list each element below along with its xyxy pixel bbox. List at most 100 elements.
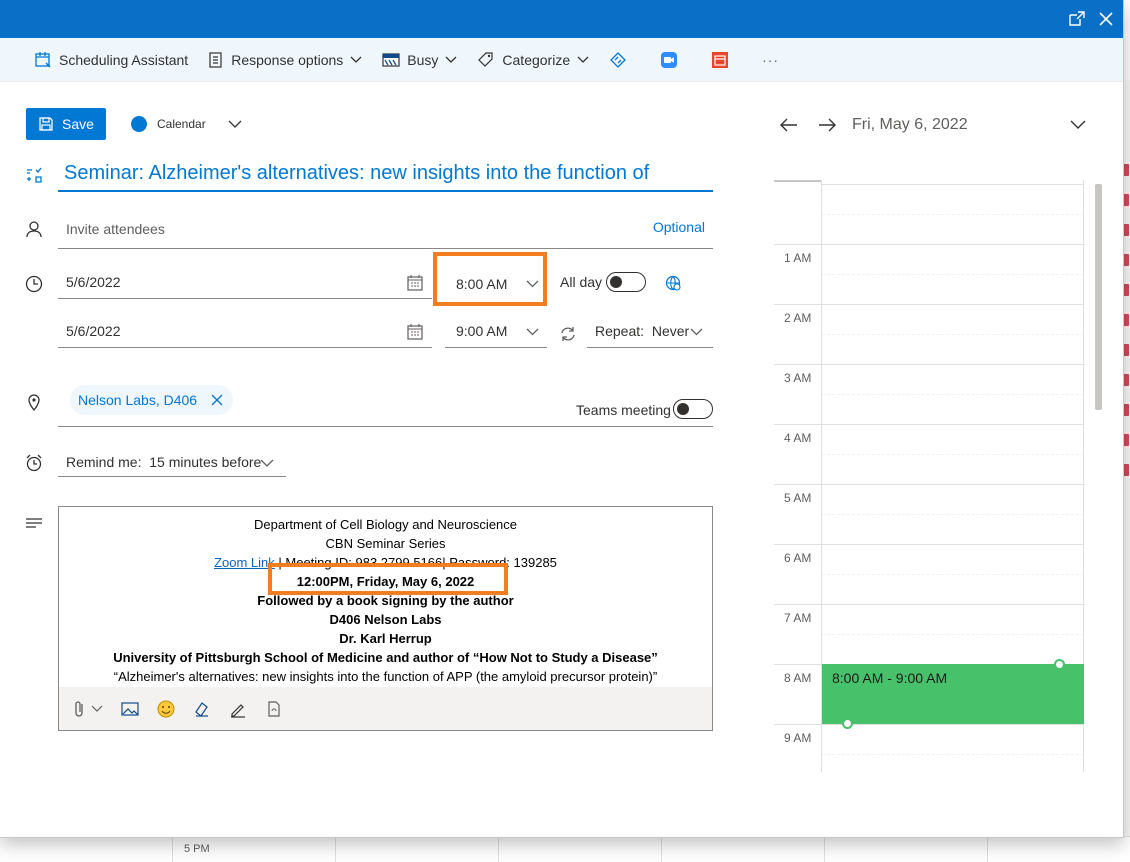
end-time-value: 9:00 AM (456, 323, 508, 339)
day-view-scrollbar[interactable] (1095, 184, 1102, 410)
end-date-input[interactable]: 5/6/2022 (58, 317, 432, 348)
paperclip-icon (75, 700, 83, 717)
hour-label: 7 AM (784, 611, 812, 625)
scheduling-assistant-button[interactable]: Scheduling Assistant (34, 51, 188, 69)
link-addin-button[interactable] (609, 51, 634, 69)
pen-signature-icon (231, 703, 245, 718)
emoji-icon (157, 700, 175, 717)
chevron-down-icon (577, 56, 589, 63)
command-toolbar: Scheduling Assistant Response options Bu… (0, 38, 1123, 82)
calendar-icon[interactable] (406, 323, 424, 341)
start-time-highlight (433, 252, 547, 306)
save-icon (39, 117, 53, 131)
hour-label: 1 AM (784, 251, 812, 265)
event-body-content: Department of Cell Biology and Neuroscie… (59, 515, 712, 686)
categorize-label: Categorize (502, 51, 571, 68)
calendar-picker-label: Calendar (157, 117, 206, 131)
event-block[interactable]: 8:00 AM - 9:00 AM (822, 664, 1084, 724)
response-options-button[interactable]: Response options (208, 51, 362, 69)
scheduling-assistant-label: Scheduling Assistant (59, 51, 189, 68)
start-date-value: 5/6/2022 (66, 274, 121, 290)
busy-status-label: Busy (407, 51, 439, 68)
insert-picture-button[interactable] (121, 701, 139, 717)
repeat-select[interactable]: Repeat: Never (587, 317, 713, 348)
tag-icon (478, 51, 494, 67)
clock-icon (24, 274, 44, 294)
body-department-line: Department of Cell Biology and Neuroscie… (253, 517, 518, 532)
busy-status-button[interactable]: Busy (382, 52, 457, 68)
response-options-label: Response options (231, 51, 344, 68)
event-resize-handle-bottom[interactable] (842, 718, 853, 729)
all-day-toggle[interactable] (606, 272, 646, 292)
invite-attendees-input[interactable]: Invite attendees Optional (58, 216, 713, 249)
alarm-clock-icon (24, 453, 44, 473)
chevron-down-icon (228, 120, 242, 128)
event-title-input[interactable]: Seminar: Alzheimer's alternatives: new i… (58, 160, 713, 192)
start-date-input[interactable]: 5/6/2022 (58, 268, 432, 299)
event-title-text: Seminar: Alzheimer's alternatives: new i… (64, 162, 650, 184)
all-day-label: All day (560, 274, 603, 290)
next-day-arrow-icon[interactable] (818, 118, 836, 132)
hour-label: 4 AM (784, 431, 812, 445)
hour-label: 9 AM (784, 731, 812, 745)
response-options-icon (209, 51, 222, 68)
event-resize-handle-top[interactable] (1054, 659, 1065, 670)
reminder-select[interactable]: Remind me: 15 minutes before (58, 448, 286, 477)
end-date-value: 5/6/2022 (66, 323, 121, 339)
event-form: Save Calendar Seminar: Alzheimer's alter… (0, 82, 740, 838)
person-icon (24, 219, 44, 239)
hour-label: 3 AM (784, 371, 812, 385)
save-label: Save (62, 116, 94, 132)
location-pin-icon (24, 392, 44, 412)
categorize-button[interactable]: Categorize (477, 51, 589, 69)
day-time-grid[interactable]: 1 AM 2 AM 3 AM 4 AM 5 AM 6 AM 7 AM 8 AM … (774, 180, 1084, 772)
repeat-icon (559, 325, 577, 346)
reminder-label: Remind me: 15 minutes before (66, 454, 262, 470)
event-block-time: 8:00 AM - 9:00 AM (832, 670, 948, 686)
scheduling-assistant-icon (35, 51, 51, 68)
loop-component-button[interactable] (265, 700, 283, 718)
remove-location-icon[interactable] (211, 394, 223, 406)
body-affiliation-line: University of Pittsburgh School of Medic… (113, 650, 658, 665)
document-sync-icon (268, 700, 280, 717)
time-zone-icon[interactable] (664, 274, 682, 295)
more-options-label: ··· (762, 51, 780, 68)
zoom-link[interactable]: Zoom Link (214, 555, 275, 570)
location-chip[interactable]: Nelson Labs, D406 (70, 385, 234, 415)
teams-meeting-toggle[interactable] (673, 399, 713, 419)
day-navigation: Fri, May 6, 2022 (780, 116, 968, 134)
diamond-link-icon (610, 51, 627, 68)
day-view-date[interactable]: Fri, May 6, 2022 (852, 116, 968, 134)
end-time-select[interactable]: 9:00 AM (445, 317, 547, 348)
format-painter-button[interactable] (193, 700, 211, 718)
close-icon[interactable] (1097, 10, 1115, 28)
more-options-button[interactable]: ··· (762, 52, 779, 68)
chevron-down-icon[interactable] (1070, 120, 1086, 130)
chevron-down-icon (445, 56, 457, 63)
event-body-editor[interactable]: Department of Cell Biology and Neuroscie… (58, 506, 713, 731)
body-room-line: D406 Nelson Labs (329, 612, 442, 627)
emoji-button[interactable] (157, 700, 175, 718)
save-button[interactable]: Save (26, 108, 106, 140)
background-bottom-row: 5 PM (0, 836, 1130, 862)
attach-file-button[interactable] (73, 700, 103, 718)
previous-day-arrow-icon[interactable] (780, 118, 798, 132)
day-view-pane: Fri, May 6, 2022 1 AM 2 AM 3 AM 4 AM 5 A… (750, 82, 1124, 838)
zoom-addin-button[interactable] (660, 51, 685, 69)
chevron-down-icon (526, 328, 539, 336)
hour-label: 2 AM (784, 311, 812, 325)
body-series-line: CBN Seminar Series (325, 536, 446, 551)
chevron-down-icon (91, 705, 103, 712)
calendar-addin-icon (712, 51, 729, 68)
background-time-label: 5 PM (184, 843, 210, 855)
chevron-down-icon (350, 56, 362, 63)
popout-icon[interactable] (1068, 10, 1086, 28)
body-speaker-line: Dr. Karl Herrup (339, 631, 432, 646)
body-talk-title-line: “Alzheimer's alternatives: new insights … (113, 669, 658, 684)
calendar-icon[interactable] (406, 274, 424, 292)
calendar-picker[interactable]: Calendar (131, 116, 242, 132)
invite-attendees-placeholder: Invite attendees (66, 221, 165, 237)
signature-button[interactable] (229, 700, 247, 718)
optional-attendees-link[interactable]: Optional (653, 219, 705, 235)
calendar-addin-button[interactable] (711, 51, 736, 69)
